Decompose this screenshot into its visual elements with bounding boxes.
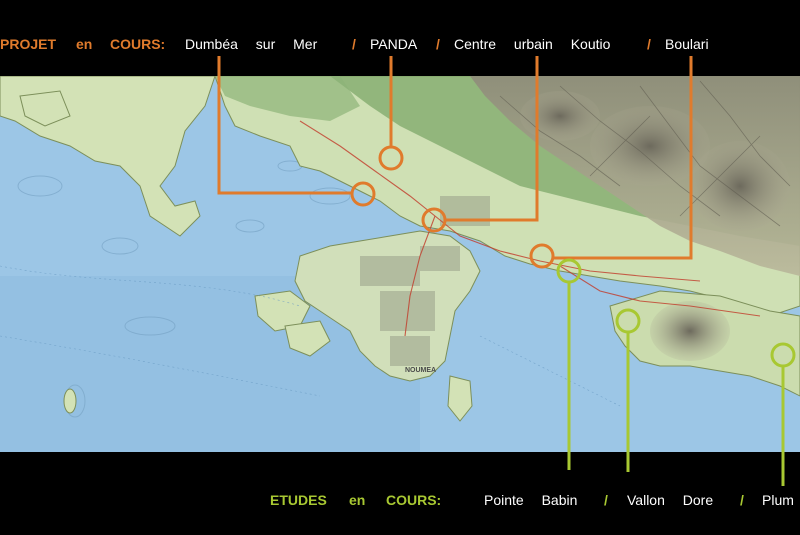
header-item-dumbea-sur-mer: Dumbéa sur Mer — [185, 36, 318, 52]
footer-separator: / — [604, 492, 608, 508]
header-separator: / — [647, 36, 651, 52]
footer-separator: / — [740, 492, 744, 508]
header-title-word-en: en — [76, 36, 93, 52]
header-item-boulari: Boulari — [665, 36, 709, 52]
land-tiny-islet — [63, 388, 77, 414]
mountain-peak-2 — [690, 141, 790, 231]
topographic-map: NOUMEA — [0, 76, 800, 452]
footer-title-word-cours: COURS: — [386, 492, 442, 508]
header-separator: / — [352, 36, 356, 52]
header-item-panda: PANDA — [370, 36, 418, 52]
footer-item-plum: Plum — [762, 492, 794, 508]
footer-title-word-etudes: ETUDES — [270, 492, 327, 508]
header-separator: / — [436, 36, 440, 52]
map-place-label-noumea: NOUMEA — [405, 367, 436, 374]
mountain-peak-3 — [520, 91, 600, 141]
footer-item-pointe-babin: Pointe Babin — [484, 492, 578, 508]
map-slide: NOUMEA PROJET en COURS: Dumbéa sur Mer /… — [0, 0, 800, 535]
header-item-centre-urbain-koutio: Centre urbain Koutio — [454, 36, 611, 52]
footer-item-vallon-dore: Vallon Dore — [627, 492, 714, 508]
header-title-word-cours: COURS: — [110, 36, 166, 52]
header-title-word-projet: PROJET — [0, 36, 57, 52]
footer-title-word-en: en — [349, 492, 366, 508]
